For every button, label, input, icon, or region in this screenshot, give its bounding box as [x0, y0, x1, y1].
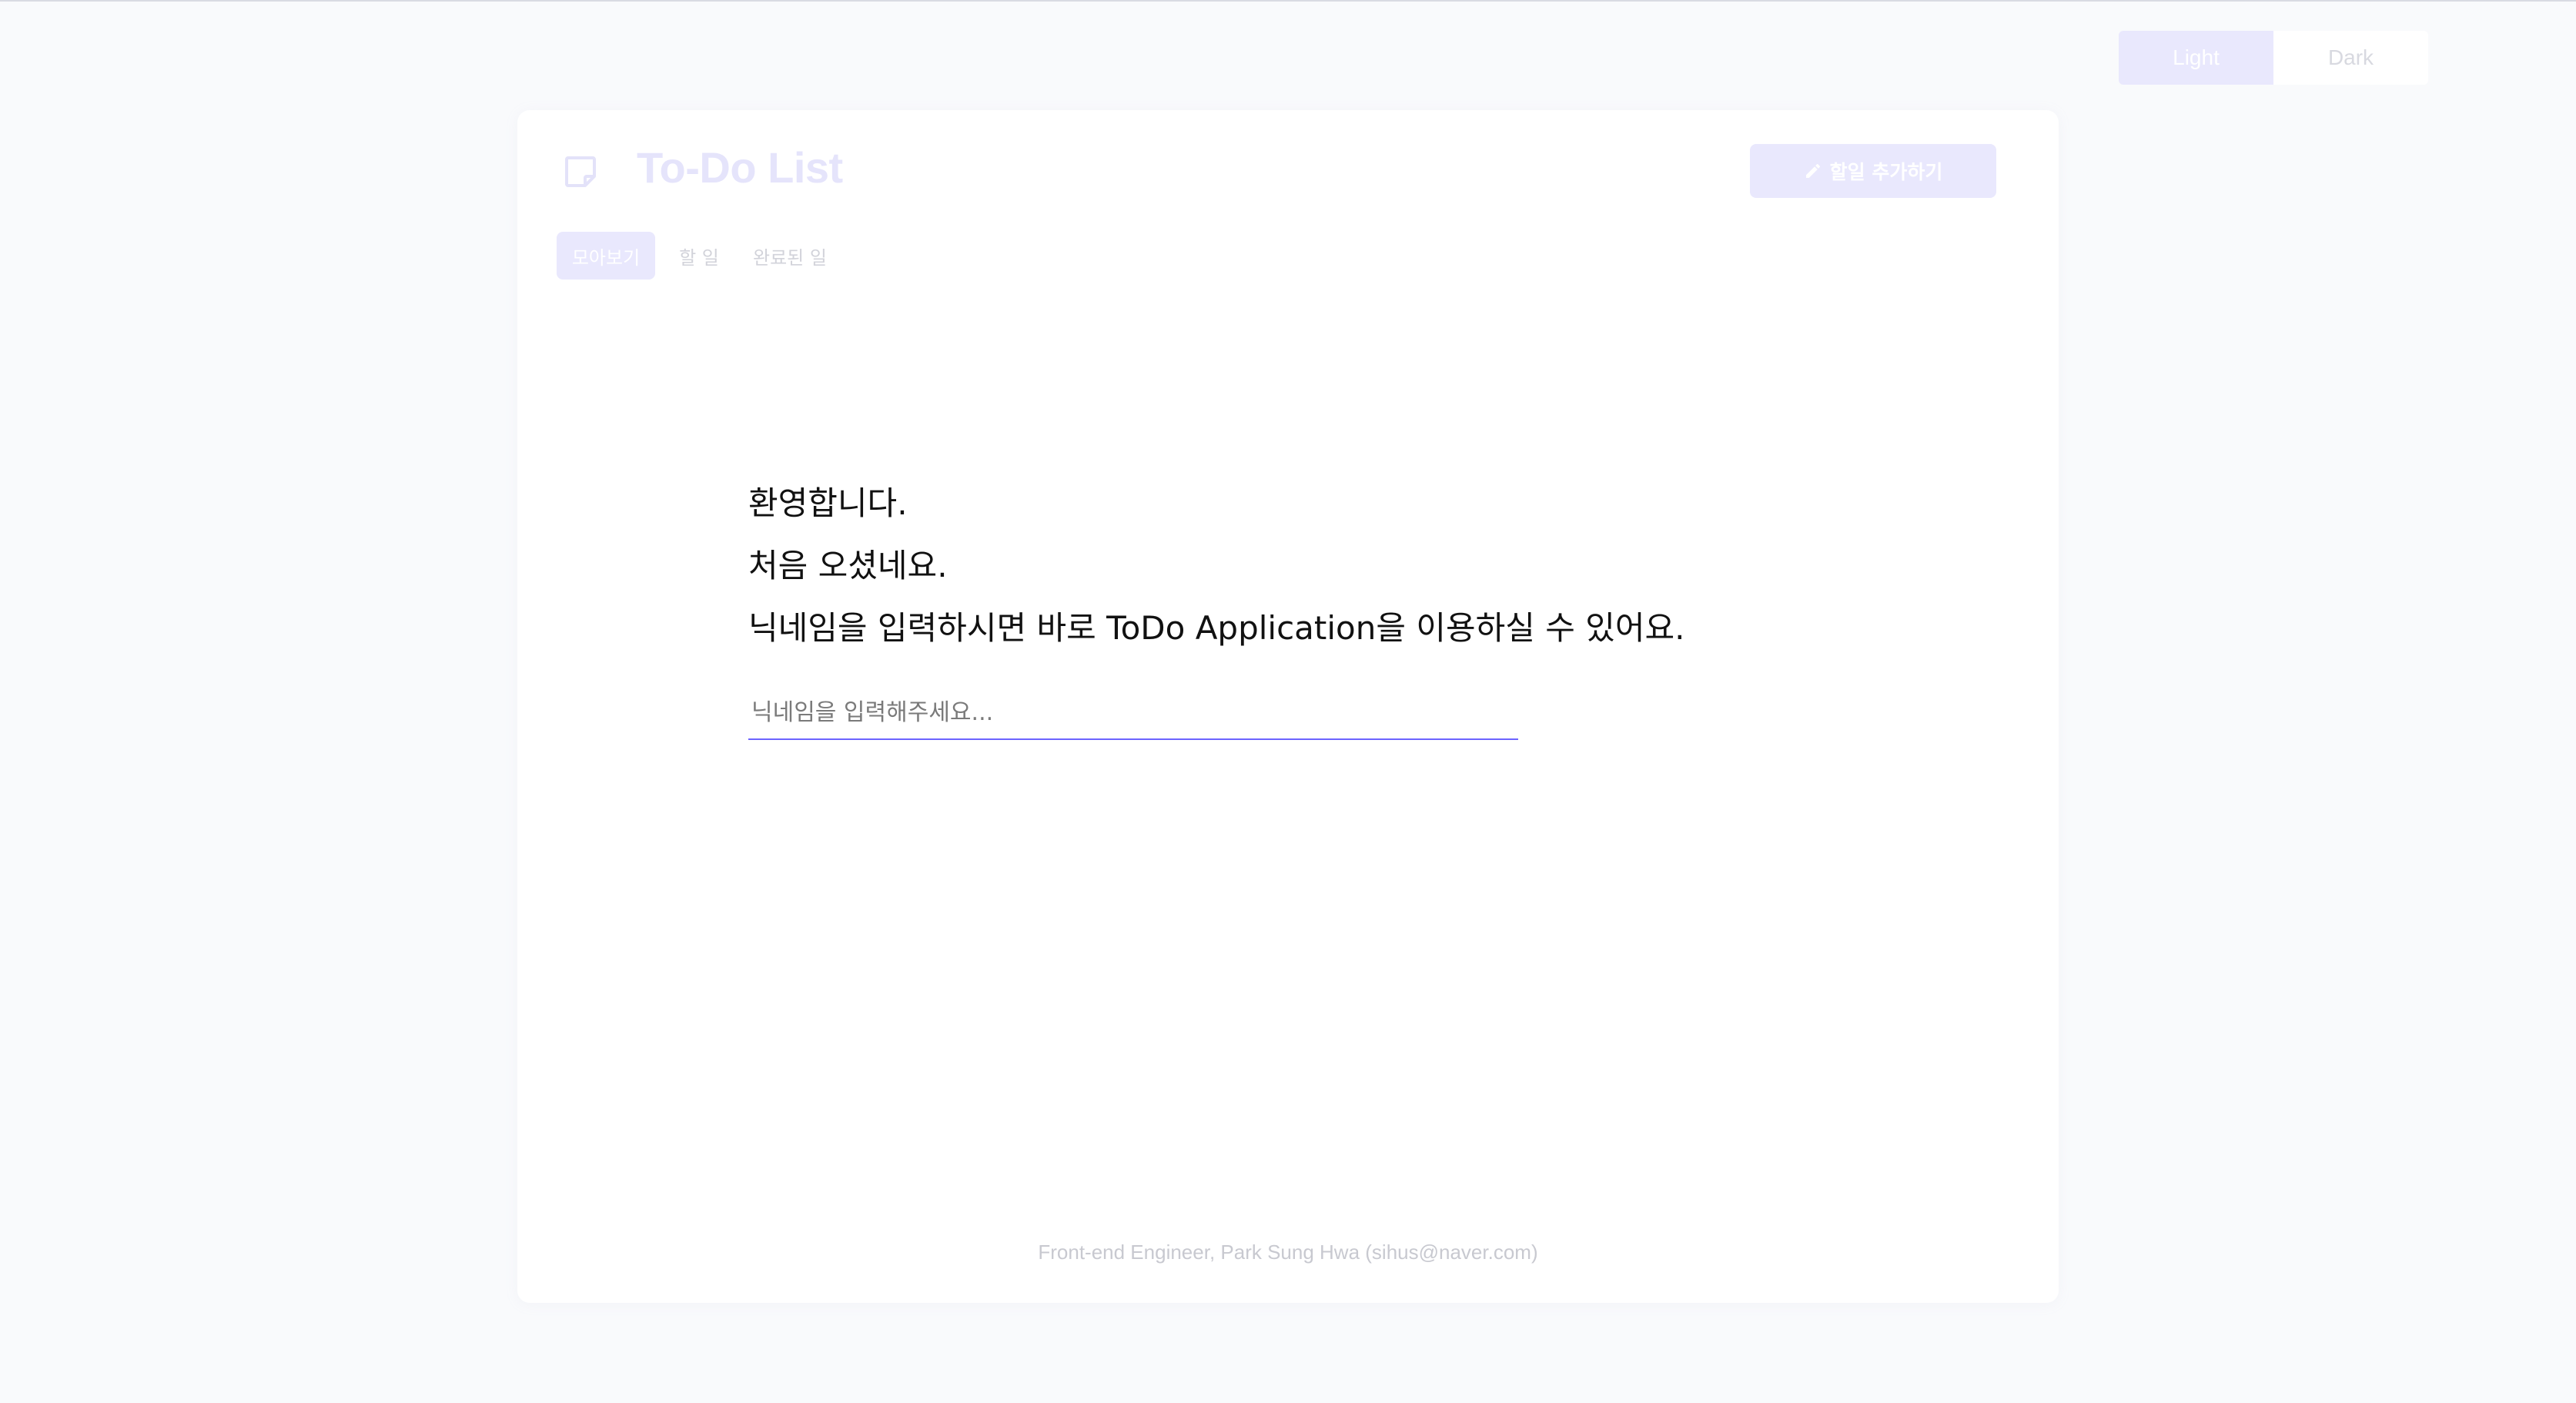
add-todo-button[interactable]: 할일 추가하기 [1750, 144, 1996, 198]
theme-light-button[interactable]: Light [2119, 31, 2273, 85]
add-todo-label: 할일 추가하기 [1829, 161, 1943, 183]
welcome-line-3: 닉네임을 입력하시면 바로 ToDo Application을 이용하실 수 있… [748, 609, 1685, 647]
theme-dark-button[interactable]: Dark [2273, 31, 2428, 85]
welcome-line-2: 처음 오셨네요. [748, 547, 948, 584]
tab-overview[interactable]: 모아보기 [557, 232, 655, 280]
welcome-line-1: 환영합니다. [748, 484, 908, 522]
page-title: To-Do List [637, 143, 843, 192]
top-border [0, 0, 2576, 2]
todo-card: To-Do List 할일 추가하기 모아보기 할 일 완료된 일 환영합니다.… [517, 110, 2059, 1303]
sticky-note-icon [565, 156, 596, 187]
tab-todo[interactable]: 할 일 [664, 232, 734, 280]
footer-credit: Front-end Engineer, Park Sung Hwa (sihus… [1038, 1241, 1538, 1264]
pencil-icon [1805, 163, 1820, 178]
theme-toggle: Light Dark [2119, 31, 2428, 85]
nickname-input[interactable] [748, 686, 1518, 740]
filter-tabs: 모아보기 할 일 완료된 일 [557, 232, 840, 280]
welcome-message: 환영합니다. 처음 오셨네요. 닉네임을 입력하시면 바로 ToDo Appli… [748, 472, 1685, 659]
tab-completed[interactable]: 완료된 일 [740, 232, 840, 280]
